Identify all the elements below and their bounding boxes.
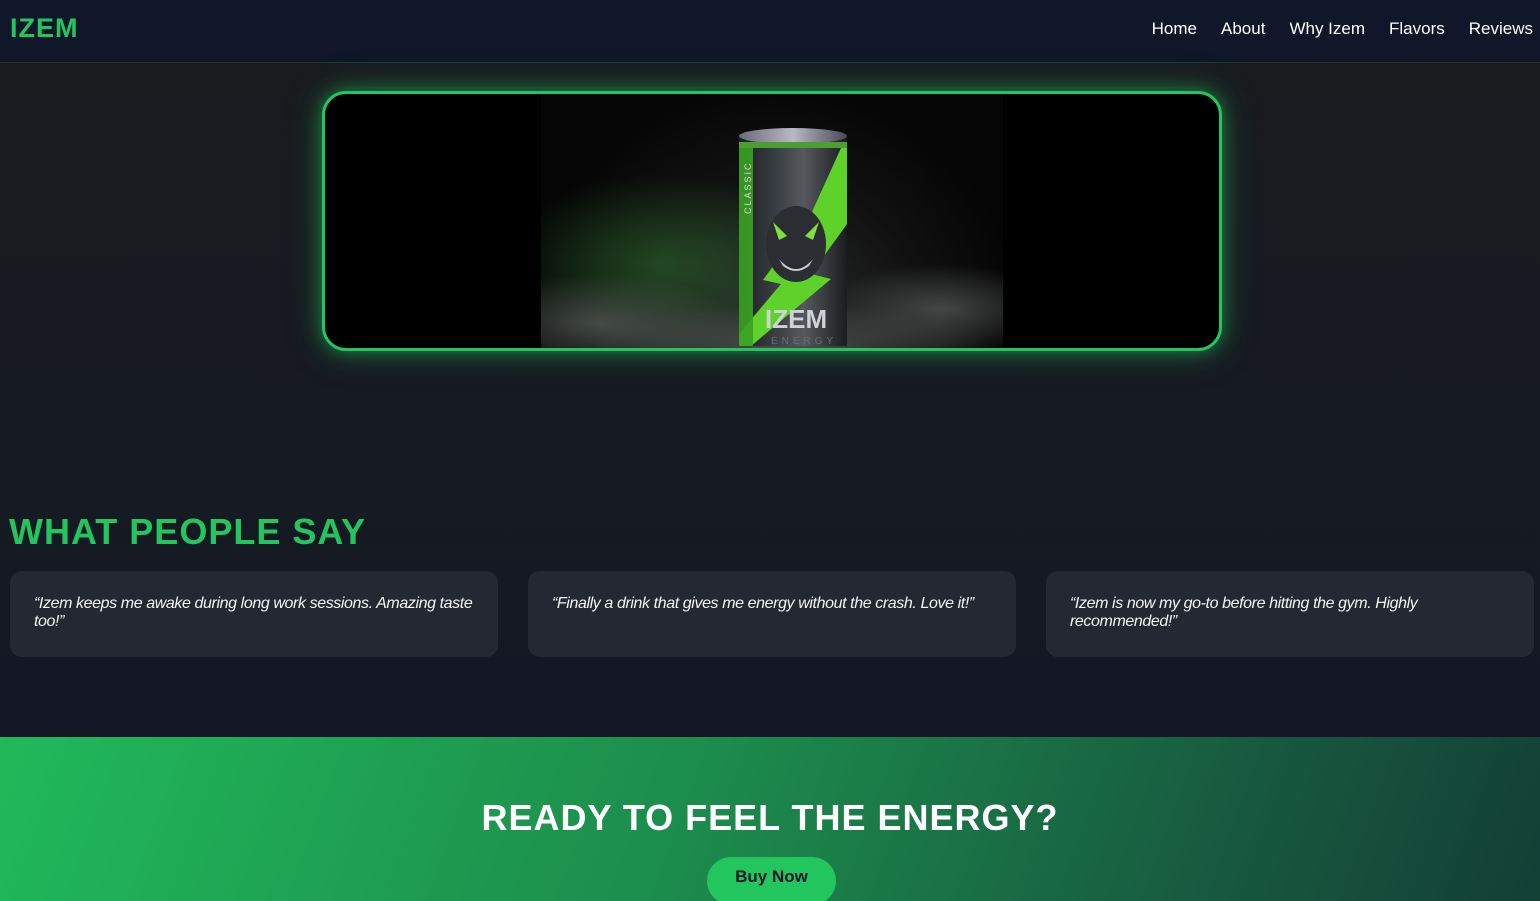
reviews-heading: WHAT PEOPLE SAY	[9, 511, 367, 552]
nav-link-flavors[interactable]: Flavors	[1389, 19, 1445, 39]
can-brand-text: IZEM	[765, 304, 827, 334]
video-frame-image: IZEM ENERGY CLASSIC	[541, 94, 1003, 348]
review-card: “Finally a drink that gives me energy wi…	[528, 571, 1016, 657]
cta-banner: READY TO FEEL THE ENERGY? Buy Now	[0, 737, 1540, 901]
review-card: “Izem keeps me awake during long work se…	[10, 571, 498, 657]
main-nav: Home About Why Izem Flavors Reviews	[1152, 19, 1533, 39]
buy-now-button[interactable]: Buy Now	[707, 857, 836, 901]
review-quote: “Finally a drink that gives me energy wi…	[552, 595, 974, 612]
nav-link-about[interactable]: About	[1221, 19, 1265, 39]
review-quote: “Izem is now my go-to before hitting the…	[1070, 595, 1418, 630]
nav-link-home[interactable]: Home	[1152, 19, 1197, 39]
nav-link-reviews[interactable]: Reviews	[1469, 19, 1533, 39]
cta-heading: READY TO FEEL THE ENERGY?	[481, 797, 1059, 838]
brand-logo[interactable]: IZEM	[10, 13, 79, 44]
review-quote: “Izem keeps me awake during long work se…	[34, 595, 473, 630]
can-sub-text: ENERGY	[771, 336, 837, 347]
can-flavor-text: CLASSIC	[743, 161, 753, 214]
nav-link-why-izem[interactable]: Why Izem	[1289, 19, 1365, 39]
review-card: “Izem is now my go-to before hitting the…	[1046, 571, 1534, 657]
energy-can-image: IZEM ENERGY CLASSIC	[541, 128, 1003, 348]
hero-video-player[interactable]: IZEM ENERGY CLASSIC	[322, 91, 1222, 351]
top-navbar: IZEM Home About Why Izem Flavors Reviews	[0, 0, 1540, 63]
